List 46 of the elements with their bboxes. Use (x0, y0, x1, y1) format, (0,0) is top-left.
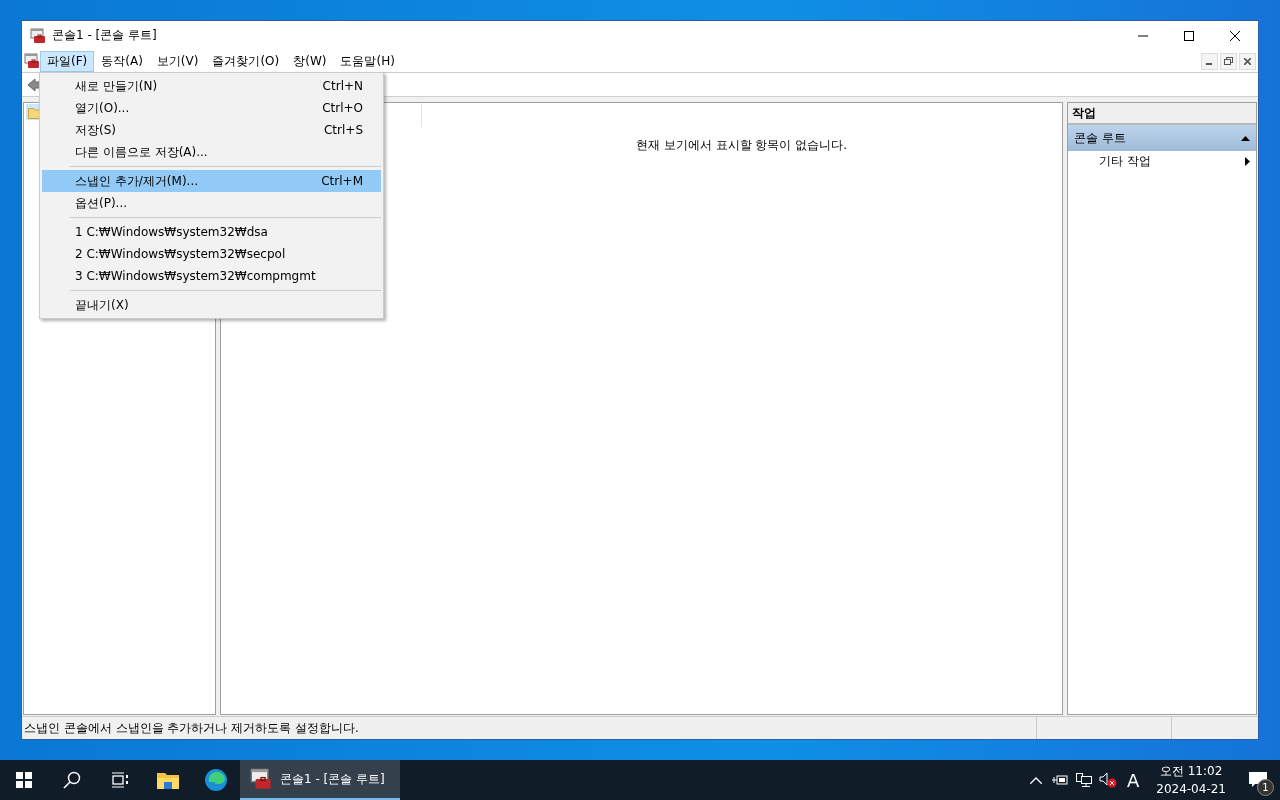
task-view-icon (111, 772, 129, 788)
menu-command[interactable]: 2 C:₩Windows₩system32₩secpol (42, 243, 381, 265)
menu-command[interactable]: 다른 이름으로 저장(A)... (42, 141, 381, 163)
action-item[interactable]: 기타 작업 (1068, 151, 1256, 171)
windows-logo-icon (16, 772, 32, 788)
menu-command[interactable]: 끝내기(X) (42, 294, 381, 316)
menu-command[interactable]: 1 C:₩Windows₩system32₩dsa (42, 221, 381, 243)
submenu-arrow-icon (1245, 156, 1250, 166)
menu-item[interactable]: 동작(A) (94, 50, 150, 72)
actions-title: 작업 (1068, 103, 1256, 125)
menu-command[interactable]: 열기(O)... Ctrl+O (42, 97, 381, 119)
actions-section-header[interactable]: 콘솔 루트 (1068, 125, 1256, 151)
input-method-indicator[interactable]: A (1120, 760, 1147, 800)
app-icon (30, 27, 46, 44)
menu-item[interactable]: 즐겨찾기(O) (205, 50, 287, 72)
restore-icon (1224, 57, 1233, 65)
notification-count: 1 (1257, 779, 1274, 796)
search-icon (63, 771, 81, 789)
menu-command[interactable]: 스냅인 추가/제거(M)... Ctrl+M (42, 170, 381, 192)
system-menu-icon (24, 53, 40, 69)
taskbar-app[interactable]: 콘솔1 - [콘솔 루트] (240, 760, 400, 800)
empty-message: 현재 보기에서 표시할 항목이 없습니다. (634, 137, 849, 154)
maximize-icon (1184, 30, 1194, 41)
menu-command[interactable]: 3 C:₩Windows₩system32₩compmgmt (42, 265, 381, 287)
menu-command[interactable]: 새로 만들기(N) Ctrl+N (42, 75, 381, 97)
menu-item[interactable]: 도움말(H) (333, 50, 402, 72)
clock[interactable]: 오전 11:02 2024-04-21 (1146, 760, 1236, 800)
close-icon (1244, 57, 1251, 65)
shortcut-text: Ctrl+O (322, 101, 363, 115)
child-restore-button[interactable] (1220, 52, 1237, 70)
child-minimize-button[interactable] (1201, 52, 1218, 70)
shortcut-text: Ctrl+S (323, 123, 363, 137)
menu-command[interactable]: 옵션(P)... (42, 192, 381, 214)
window-title: 콘솔1 - [콘솔 루트] (52, 27, 158, 44)
menu-item[interactable]: 파일(F) (40, 50, 95, 72)
collapse-icon (1241, 135, 1250, 141)
notification-button[interactable]: 1 (1236, 760, 1280, 800)
menu-item[interactable]: 보기(V) (149, 50, 206, 72)
status-text: 스냅인 콘솔에서 스냅인을 추가하거나 제거하도록 설정합니다. (23, 719, 360, 737)
shortcut-text: Ctrl+N (322, 79, 363, 93)
shortcut-text: Ctrl+M (321, 174, 363, 188)
child-close-button[interactable] (1239, 52, 1256, 70)
menu-item[interactable]: 창(W) (286, 50, 334, 72)
console-icon (250, 768, 272, 790)
close-icon (1230, 30, 1240, 41)
menu-command[interactable]: 저장(S) Ctrl+S (42, 119, 381, 141)
